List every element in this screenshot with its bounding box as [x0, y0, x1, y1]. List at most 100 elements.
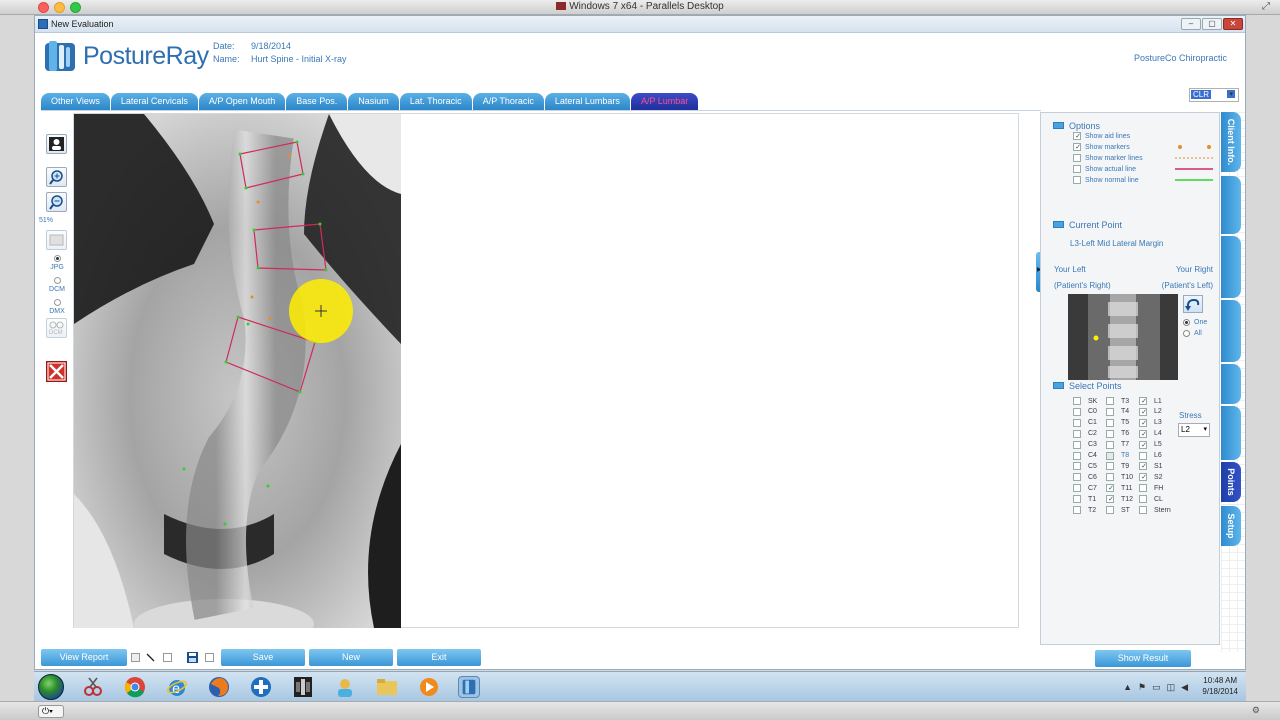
- checkbox[interactable]: [1106, 418, 1114, 427]
- save-button[interactable]: Save: [221, 649, 305, 666]
- point-st[interactable]: ST: [1106, 506, 1130, 514]
- dcm-export-button[interactable]: DCM: [46, 318, 67, 338]
- checkbox[interactable]: [1073, 440, 1081, 449]
- checkbox[interactable]: [1106, 495, 1115, 504]
- system-tray-icons[interactable]: ▲⚑▭◫◀: [1123, 682, 1194, 693]
- point-l3[interactable]: L3: [1139, 418, 1162, 427]
- checkbox[interactable]: [1139, 495, 1147, 504]
- point-l2[interactable]: L2: [1139, 407, 1162, 416]
- point-l4[interactable]: L4: [1139, 429, 1162, 438]
- exit-button[interactable]: Exit: [397, 649, 481, 666]
- checkbox[interactable]: [1139, 407, 1148, 416]
- checkbox[interactable]: [1139, 451, 1147, 460]
- checkbox[interactable]: [1073, 462, 1081, 471]
- pen-icon[interactable]: [145, 652, 156, 663]
- option-show-markers[interactable]: Show markers: [1073, 143, 1130, 151]
- option-show-normal-line[interactable]: Show normal line: [1073, 176, 1139, 184]
- tab-nasium[interactable]: Nasium: [348, 93, 399, 110]
- checkbox[interactable]: [1139, 440, 1148, 449]
- point-c4[interactable]: C4: [1073, 451, 1097, 460]
- start-button[interactable]: [38, 674, 64, 700]
- point-t8[interactable]: T8: [1106, 451, 1129, 460]
- point-t1[interactable]: T1: [1073, 495, 1096, 504]
- stress-select[interactable]: L2 ▾: [1178, 423, 1210, 437]
- point-t2[interactable]: T2: [1073, 506, 1096, 514]
- xray-canvas[interactable]: [73, 113, 1019, 628]
- point-cl[interactable]: CL: [1139, 495, 1163, 504]
- side-tab-points[interactable]: Points: [1221, 462, 1241, 502]
- checkbox[interactable]: [1106, 397, 1114, 405]
- checkbox[interactable]: [1106, 440, 1114, 449]
- point-c2[interactable]: C2: [1073, 429, 1097, 438]
- point-t9[interactable]: T9: [1106, 462, 1129, 471]
- checkbox[interactable]: [1106, 473, 1114, 482]
- checkbox-icon[interactable]: [163, 653, 172, 662]
- point-stern[interactable]: Stern: [1139, 506, 1171, 514]
- checkbox[interactable]: [1073, 397, 1081, 405]
- format-radio-dcm[interactable]: [54, 277, 61, 284]
- select-points-header[interactable]: Select Points: [1053, 381, 1122, 391]
- close-button[interactable]: ✕: [1223, 18, 1243, 30]
- all-radio[interactable]: All: [1183, 330, 1202, 337]
- side-tab-3[interactable]: [1221, 300, 1241, 362]
- format-radio-dmx[interactable]: [54, 299, 61, 306]
- side-tab-client-info[interactable]: Client Info.: [1221, 112, 1241, 172]
- checkbox[interactable]: [1073, 407, 1081, 416]
- point-sk[interactable]: SK: [1073, 397, 1097, 405]
- point-t7[interactable]: T7: [1106, 440, 1129, 449]
- tab-lateral-cervicals[interactable]: Lateral Cervicals: [110, 93, 198, 110]
- one-radio[interactable]: One: [1183, 319, 1207, 326]
- tab-base-pos[interactable]: Base Pos.: [286, 93, 348, 110]
- checkbox[interactable]: [1073, 484, 1081, 493]
- tab-lateral-lumbars[interactable]: Lateral Lumbars: [544, 93, 630, 110]
- checkbox[interactable]: [1073, 451, 1081, 460]
- point-t4[interactable]: T4: [1106, 407, 1129, 416]
- checkbox[interactable]: [1073, 429, 1081, 438]
- zoom-in-button[interactable]: [46, 167, 67, 187]
- side-tab-4[interactable]: [1221, 364, 1241, 404]
- xray-viewer-icon[interactable]: [292, 676, 314, 698]
- checkbox[interactable]: [1073, 176, 1081, 184]
- firefox-icon[interactable]: [208, 676, 230, 698]
- blank-icon[interactable]: [131, 653, 140, 662]
- media-player-icon[interactable]: [418, 676, 440, 698]
- point-l6[interactable]: L6: [1139, 451, 1162, 460]
- point-l1[interactable]: L1: [1139, 397, 1162, 405]
- power-icon[interactable]: ⏻▾: [38, 705, 64, 718]
- point-s2[interactable]: S2: [1139, 473, 1163, 482]
- format-radio-jpg[interactable]: [54, 255, 61, 262]
- point-c7[interactable]: C7: [1073, 484, 1097, 493]
- side-tab-1[interactable]: [1221, 176, 1241, 234]
- settings-gear-icon[interactable]: ⚙: [1252, 705, 1260, 716]
- checkbox[interactable]: [1073, 165, 1081, 173]
- checkbox[interactable]: [1139, 418, 1148, 427]
- view-report-button[interactable]: View Report: [41, 649, 127, 666]
- folder-icon[interactable]: [376, 676, 398, 698]
- checkbox[interactable]: [1073, 473, 1081, 482]
- side-tab-5[interactable]: [1221, 406, 1241, 460]
- checkbox[interactable]: [1073, 418, 1081, 427]
- checkbox[interactable]: [1106, 429, 1114, 438]
- option-show-marker-lines[interactable]: Show marker lines: [1073, 154, 1143, 162]
- checkbox[interactable]: [1106, 462, 1114, 471]
- checkbox[interactable]: [1106, 451, 1114, 460]
- save-disk-icon[interactable]: [187, 652, 198, 663]
- point-t5[interactable]: T5: [1106, 418, 1129, 427]
- point-fh[interactable]: FH: [1139, 484, 1163, 493]
- point-t3[interactable]: T3: [1106, 397, 1129, 405]
- option-show-actual-line[interactable]: Show actual line: [1073, 165, 1136, 173]
- checkbox[interactable]: [1073, 495, 1081, 504]
- clock[interactable]: 10:48 AM 9/18/2014: [1202, 675, 1238, 697]
- point-c0[interactable]: C0: [1073, 407, 1097, 416]
- maximize-button[interactable]: ▢: [1202, 18, 1222, 30]
- delete-button[interactable]: [46, 361, 67, 382]
- posture-ray-taskbar-icon[interactable]: [458, 676, 480, 698]
- rotate-button[interactable]: [1183, 295, 1203, 313]
- user-app-icon[interactable]: [334, 676, 356, 698]
- internet-explorer-icon[interactable]: e: [166, 676, 188, 698]
- point-t12[interactable]: T12: [1106, 495, 1133, 504]
- clr-select[interactable]: CLR ▾: [1189, 88, 1239, 102]
- checkbox[interactable]: [1106, 506, 1114, 514]
- point-l5[interactable]: L5: [1139, 440, 1162, 449]
- point-t10[interactable]: T10: [1106, 473, 1133, 482]
